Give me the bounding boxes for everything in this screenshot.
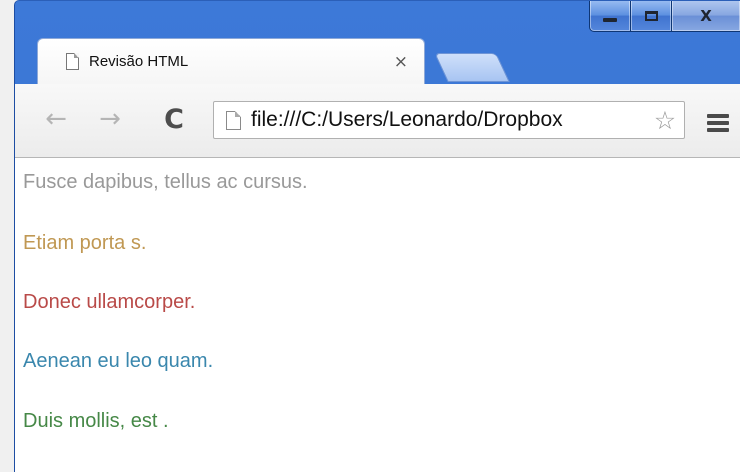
close-window-button[interactable]: X bbox=[672, 1, 740, 32]
page-content: Fusce dapibus, tellus ac cursus. Etiam p… bbox=[15, 158, 740, 472]
forward-arrow-icon: → bbox=[99, 104, 121, 134]
menu-button[interactable] bbox=[707, 114, 729, 135]
reload-button[interactable]: C bbox=[157, 102, 191, 136]
page-icon bbox=[66, 53, 79, 70]
new-tab-button[interactable] bbox=[434, 53, 510, 82]
maximize-icon bbox=[644, 10, 658, 21]
tab-title: Revisão HTML bbox=[89, 53, 189, 70]
hamburger-icon-bar bbox=[707, 114, 729, 118]
browser-window: X Revisão HTML × ← → C file:///C:/Users/… bbox=[14, 0, 740, 472]
back-button[interactable]: ← bbox=[39, 102, 73, 136]
hamburger-icon-bar bbox=[707, 128, 729, 132]
text-line-muted: Fusce dapibus, tellus ac cursus. bbox=[23, 171, 308, 193]
text-line-info: Aenean eu leo quam. bbox=[23, 350, 214, 372]
back-arrow-icon: ← bbox=[45, 104, 67, 134]
tab-active[interactable]: Revisão HTML × bbox=[37, 38, 425, 84]
minimize-button[interactable] bbox=[589, 1, 631, 32]
toolbar: ← → C file:///C:/Users/Leonardo/Dropbox … bbox=[15, 84, 740, 158]
text-line-success: Duis mollis, est . bbox=[23, 410, 169, 432]
star-icon: ☆ bbox=[653, 105, 677, 135]
maximize-button[interactable] bbox=[631, 1, 672, 32]
close-icon: X bbox=[700, 6, 712, 25]
url-text[interactable]: file:///C:/Users/Leonardo/Dropbox bbox=[251, 108, 684, 132]
minimize-icon bbox=[603, 18, 617, 22]
reload-icon: C bbox=[164, 103, 184, 135]
address-bar[interactable]: file:///C:/Users/Leonardo/Dropbox ☆ bbox=[213, 101, 685, 139]
forward-button[interactable]: → bbox=[93, 102, 127, 136]
text-line-error: Donec ullamcorper. bbox=[23, 291, 196, 313]
bookmark-star-button[interactable]: ☆ bbox=[648, 104, 682, 136]
page-icon bbox=[226, 110, 241, 130]
hamburger-icon-bar bbox=[707, 121, 729, 125]
text-line-warning: Etiam porta s. bbox=[23, 232, 147, 254]
window-controls: X bbox=[589, 1, 740, 33]
tab-close-icon[interactable]: × bbox=[394, 52, 408, 72]
